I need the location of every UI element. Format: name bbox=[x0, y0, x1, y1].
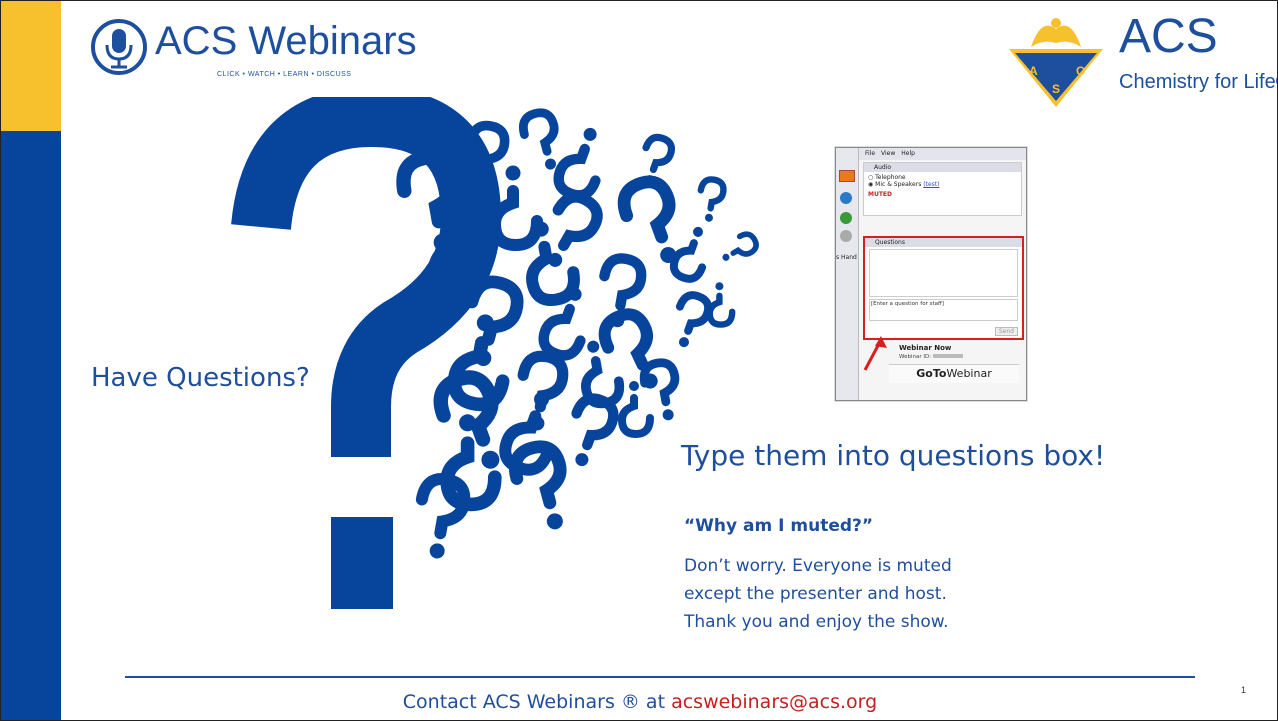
webinar-title: Webinar Now bbox=[899, 344, 952, 352]
audio-mic-option[interactable]: ◉ Mic & Speakers (test) bbox=[864, 181, 1021, 188]
send-button[interactable]: Send bbox=[994, 327, 1018, 336]
questions-section: Questions [Enter a question for staff] S… bbox=[863, 236, 1024, 340]
logo-webinars-tagline: CLICK • WATCH • LEARN • DISCUSS bbox=[217, 71, 352, 78]
webinar-id: Webinar ID: bbox=[899, 354, 963, 360]
panel-gray-circle-icon bbox=[840, 230, 852, 242]
logo-webinars-name: ACS Webinars bbox=[155, 19, 417, 63]
acs-eagle-emblem-icon: A C S bbox=[1009, 18, 1103, 107]
acs-logo: A C S ACS Chemistry for Life® bbox=[1001, 9, 1277, 109]
acs-logo-name: ACS bbox=[1119, 10, 1218, 63]
muted-status: MUTED bbox=[868, 191, 893, 198]
menu-view[interactable]: View bbox=[881, 148, 895, 160]
slide: ACS Webinars CLICK • WATCH • LEARN • DIS… bbox=[0, 0, 1278, 721]
footer-divider bbox=[125, 676, 1195, 678]
footer-prefix: Contact ACS Webinars ® at bbox=[402, 691, 672, 713]
question-marks-illustration bbox=[231, 97, 791, 609]
audio-section: Audio ○ Telephone ◉ Mic & Speakers (test… bbox=[863, 162, 1022, 216]
svg-text:S: S bbox=[1052, 82, 1060, 96]
have-questions-heading: Have Questions? bbox=[91, 363, 310, 393]
audio-mic-label: Mic & Speakers bbox=[875, 181, 922, 188]
page-number: 1 bbox=[1241, 685, 1247, 695]
gotowebinar-brand: GoToWebinar bbox=[889, 364, 1019, 383]
panel-main: File View Help Audio ○ Telephone ◉ Mic &… bbox=[859, 148, 1026, 400]
footer-contact: Contact ACS Webinars ® at acswebinars@ac… bbox=[1, 691, 1277, 713]
questions-log bbox=[869, 249, 1018, 297]
svg-text:A: A bbox=[1029, 64, 1038, 78]
question-input[interactable]: [Enter a question for staff] bbox=[869, 299, 1018, 321]
panel-orange-tab-icon bbox=[839, 170, 855, 182]
acs-logo-tagline: Chemistry for Life® bbox=[1119, 71, 1278, 93]
audio-header: Audio bbox=[864, 163, 1021, 172]
audio-telephone-label: Telephone bbox=[875, 174, 906, 181]
svg-text:C: C bbox=[1076, 64, 1085, 78]
audio-test-link[interactable]: (test) bbox=[923, 181, 939, 188]
brand-goto: GoTo bbox=[916, 367, 947, 380]
why-muted-title: “Why am I muted?” bbox=[684, 516, 874, 536]
accent-bar-yellow bbox=[1, 1, 61, 131]
panel-menubar: File View Help bbox=[859, 148, 1026, 160]
panel-sidebar: s Hand bbox=[836, 148, 859, 400]
panel-blue-circle-icon bbox=[840, 192, 852, 204]
audio-telephone-option[interactable]: ○ Telephone bbox=[864, 174, 1021, 181]
muted-line-1: Don’t worry. Everyone is muted bbox=[684, 556, 952, 576]
accent-bar-blue bbox=[1, 131, 61, 720]
footer-email-link[interactable]: acswebinars@acs.org bbox=[671, 691, 877, 713]
type-questions-heading: Type them into questions box! bbox=[681, 439, 1106, 472]
menu-help[interactable]: Help bbox=[901, 148, 915, 160]
menu-file[interactable]: File bbox=[865, 148, 875, 160]
questions-header: Questions bbox=[865, 238, 1022, 247]
webinar-id-label: Webinar ID: bbox=[899, 354, 932, 360]
muted-line-2: except the presenter and host. bbox=[684, 584, 947, 604]
acs-webinars-logo: ACS Webinars CLICK • WATCH • LEARN • DIS… bbox=[89, 15, 417, 81]
panel-green-circle-icon bbox=[840, 212, 852, 224]
panel-side-label: s Hand bbox=[836, 254, 857, 261]
muted-line-3: Thank you and enjoy the show. bbox=[684, 612, 949, 632]
gotowebinar-panel-screenshot: s Hand File View Help Audio ○ Telephone … bbox=[835, 147, 1027, 401]
brand-webinar: Webinar bbox=[946, 367, 992, 380]
